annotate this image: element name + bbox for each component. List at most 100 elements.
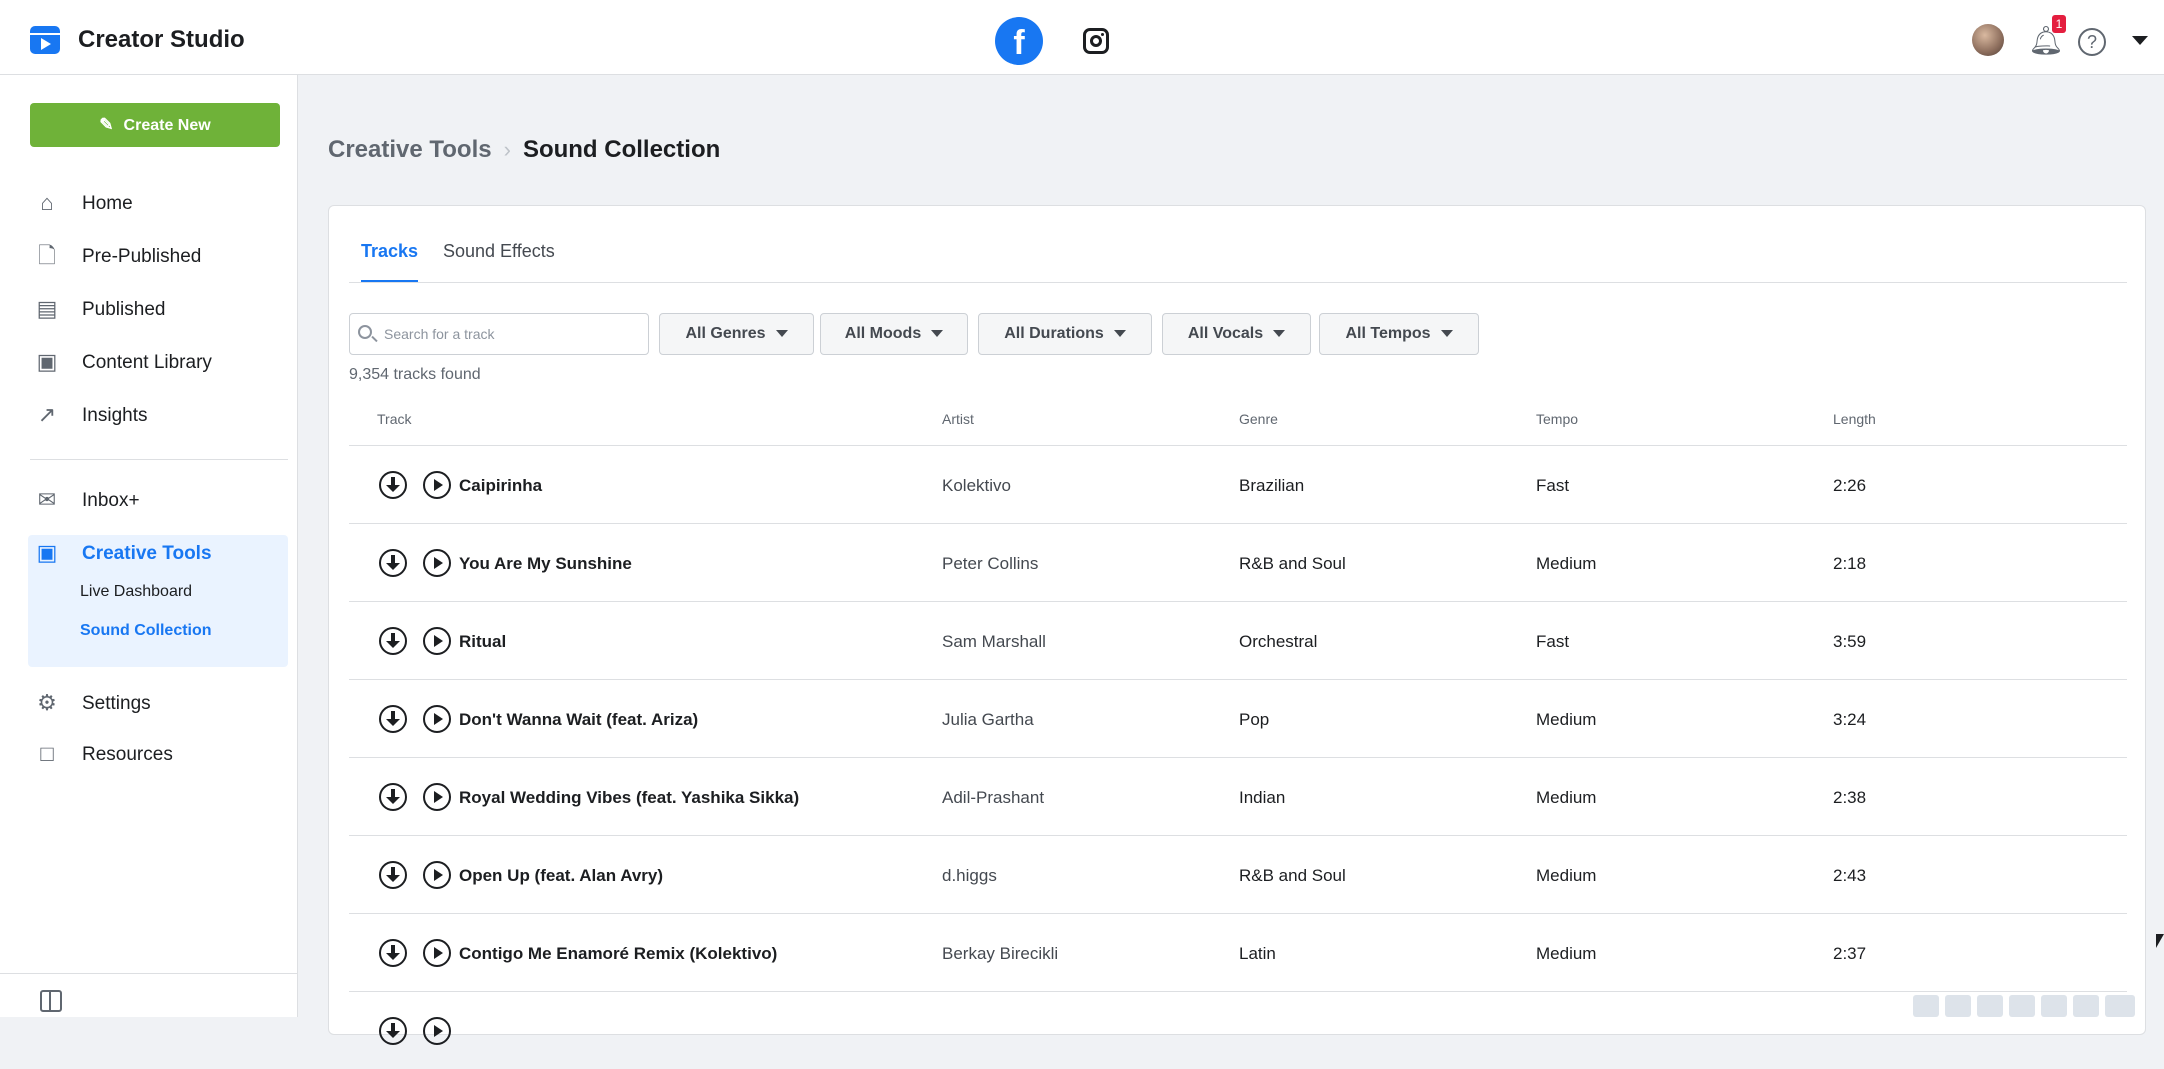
track-artist[interactable]: Sam Marshall [942,632,1046,652]
sidebar-item-published[interactable]: ▤ Published [30,291,290,327]
extension-icon[interactable] [1977,995,2003,1017]
sidebar-item-label: Published [82,299,166,320]
help-icon[interactable]: ? [2078,28,2106,56]
track-length: 3:24 [1833,710,1867,729]
play-icon[interactable] [423,549,451,577]
download-icon[interactable] [379,471,407,499]
table-row[interactable]: Contigo Me Enamoré Remix (Kolektivo) Ber… [349,913,2127,991]
track-artist[interactable]: d.higgs [942,866,997,886]
sidebar-item-content-library[interactable]: ▣ Content Library [30,344,290,380]
sidebar-item-settings[interactable]: ⚙ Settings [30,685,290,721]
vocals-filter-dropdown[interactable]: All Vocals [1162,313,1311,355]
track-genre: Indian [1239,788,1286,807]
track-artist[interactable]: Adil-Prashant [942,788,1044,808]
table-row[interactable]: Royal Wedding Vibes (feat. Yashika Sikka… [349,757,2127,835]
sidebar-item-label: Inbox+ [82,490,140,511]
sidebar-item-resources[interactable]: □ Resources [30,736,290,772]
table-row[interactable]: Caipirinha Kolektivo Brazilian Fast 2:26 [349,445,2127,523]
sidebar-item-insights[interactable]: ↗ Insights [30,397,290,433]
sidebar-item-label: Content Library [82,352,212,373]
instagram-platform-icon[interactable] [1083,28,1109,54]
download-icon[interactable] [379,705,407,733]
track-artist[interactable]: Julia Gartha [942,710,1034,730]
filter-label: All Tempos [1345,325,1431,342]
extension-icon[interactable] [2105,995,2135,1017]
mood-filter-dropdown[interactable]: All Moods [820,313,968,355]
library-icon: ▣ [36,349,58,374]
sidebar-subitem-sound-collection[interactable]: Sound Collection [80,622,212,640]
sidebar-item-pre-published[interactable]: 🗋 Pre-Published [30,238,290,274]
track-genre: R&B and Soul [1239,554,1346,573]
avatar[interactable] [1972,24,2004,56]
track-artist[interactable]: Kolektivo [942,476,1011,496]
chevron-down-icon [775,330,788,338]
download-icon[interactable] [379,783,407,811]
duration-filter-dropdown[interactable]: All Durations [978,313,1152,355]
sidebar-subitem-live-dashboard[interactable]: Live Dashboard [80,583,192,601]
play-icon[interactable] [423,471,451,499]
breadcrumb-parent[interactable]: Creative Tools [328,136,492,163]
play-icon[interactable] [423,939,451,967]
facebook-platform-icon[interactable]: f [995,17,1043,65]
play-icon[interactable] [423,861,451,889]
create-new-label: Create New [123,117,211,134]
table-row[interactable]: Don't Wanna Wait (feat. Ariza) Julia Gar… [349,679,2127,757]
track-title: Open Up (feat. Alan Avry) [459,866,664,885]
sidebar-item-inbox[interactable]: ✉ Inbox+ [30,482,290,518]
download-icon[interactable] [379,1017,407,1045]
tempo-filter-dropdown[interactable]: All Tempos [1319,313,1479,355]
extension-icon[interactable] [2009,995,2035,1017]
download-icon[interactable] [379,861,407,889]
create-new-button[interactable]: ✎ Create New [30,103,280,147]
sidebar-item-home[interactable]: ⌂ Home [30,185,290,221]
column-header-length[interactable]: Length [1833,411,1876,427]
column-header-tempo[interactable]: Tempo [1536,411,1578,427]
track-tempo: Medium [1536,710,1597,729]
column-header-track[interactable]: Track [377,411,411,427]
sidebar-item-label: Home [82,193,133,214]
track-tempo: Medium [1536,866,1597,885]
search-input[interactable] [384,314,644,354]
document-icon: 🗋 [38,243,56,268]
home-icon: ⌂ [40,190,54,215]
track-title: You Are My Sunshine [459,554,632,573]
play-icon[interactable] [423,783,451,811]
filter-label: All Vocals [1187,325,1264,342]
search-field[interactable] [349,313,649,355]
download-icon[interactable] [379,627,407,655]
table-row[interactable]: Open Up (feat. Alan Avry) d.higgs R&B an… [349,835,2127,913]
track-artist[interactable]: Berkay Birecikli [942,944,1058,964]
track-title: Royal Wedding Vibes (feat. Yashika Sikka… [459,788,800,807]
resources-icon: □ [40,741,54,766]
sidebar-item-creative-tools[interactable]: ▣ Creative Tools [30,535,290,571]
column-header-genre[interactable]: Genre [1239,411,1278,427]
track-artist[interactable]: Peter Collins [942,554,1038,574]
extension-icon[interactable] [1913,995,1939,1017]
play-icon[interactable] [423,705,451,733]
column-header-artist[interactable]: Artist [942,411,974,427]
creative-tools-icon: ▣ [36,540,58,565]
tab-sound-effects[interactable]: Sound Effects [443,241,555,280]
extension-icon[interactable] [2041,995,2067,1017]
top-bar: Creator Studio f 🔔︎ 1 ? [0,0,2164,75]
play-icon[interactable] [423,627,451,655]
table-row[interactable] [349,991,2127,1069]
track-genre: R&B and Soul [1239,866,1346,885]
play-icon[interactable] [423,1017,451,1045]
creator-studio-logo-icon [30,26,60,54]
sidebar-bottom-divider [0,973,298,974]
mouse-cursor [2156,934,2164,948]
track-tempo: Fast [1536,476,1570,495]
tab-tracks[interactable]: Tracks [361,241,419,283]
table-row[interactable]: You Are My Sunshine Peter Collins R&B an… [349,523,2127,601]
download-icon[interactable] [379,939,407,967]
download-icon[interactable] [379,549,407,577]
extension-icon[interactable] [1945,995,1971,1017]
gear-icon: ⚙ [37,690,57,715]
breadcrumb: Creative Tools › Sound Collection [328,136,720,164]
account-menu-caret-icon[interactable] [2132,36,2148,45]
genre-filter-dropdown[interactable]: All Genres [659,313,814,355]
collapse-sidebar-icon[interactable] [40,990,62,1012]
extension-icon[interactable] [2073,995,2099,1017]
table-row[interactable]: Ritual Sam Marshall Orchestral Fast 3:59 [349,601,2127,679]
